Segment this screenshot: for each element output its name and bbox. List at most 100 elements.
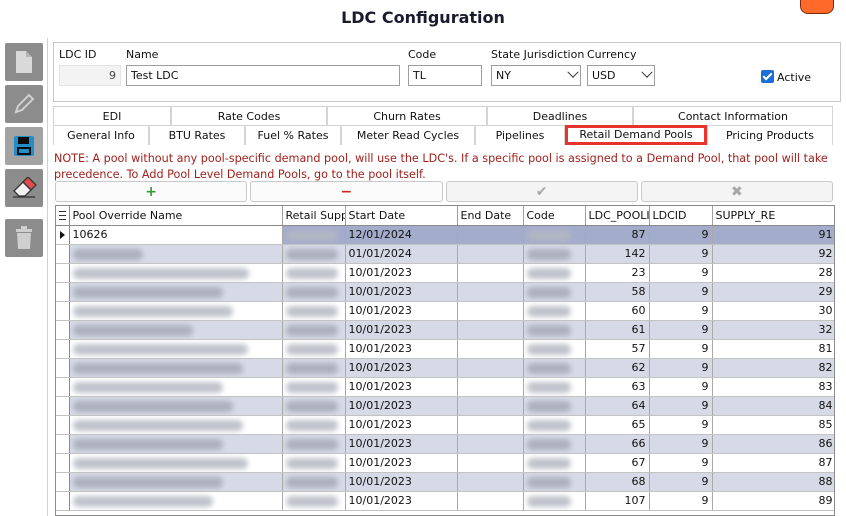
supply-retail-cell[interactable]: 29 — [712, 282, 834, 302]
supply-retail-cell[interactable]: 83 — [712, 377, 834, 397]
retail-supplier-cell[interactable] — [282, 396, 346, 416]
tab-general-info[interactable]: General Info — [53, 125, 149, 145]
column-header[interactable]: LDC_POOLII — [585, 206, 650, 226]
tab-retail-demand-pools[interactable]: Retail Demand Pools — [565, 125, 707, 145]
save-button[interactable] — [5, 127, 43, 165]
table-row[interactable]: 10/01/2023 62 9 82 — [56, 358, 834, 378]
ldcid-cell[interactable]: 9 — [649, 377, 713, 397]
start-date-cell[interactable]: 10/01/2023 — [345, 377, 458, 397]
column-header[interactable]: Retail Supp — [282, 206, 346, 226]
end-date-cell[interactable] — [457, 377, 524, 397]
retail-supplier-cell[interactable] — [282, 358, 346, 378]
supply-retail-cell[interactable]: 89 — [712, 491, 834, 511]
table-row[interactable]: 10/01/2023 66 9 86 — [56, 434, 834, 454]
column-header[interactable]: Pool Override Name — [69, 206, 283, 226]
retail-supplier-cell[interactable] — [282, 263, 346, 283]
supply-retail-cell[interactable]: 87 — [712, 453, 834, 473]
retail-supplier-cell[interactable] — [282, 377, 346, 397]
code-cell[interactable] — [523, 301, 586, 321]
start-date-cell[interactable]: 10/01/2023 — [345, 282, 458, 302]
end-date-cell[interactable] — [457, 282, 524, 302]
end-date-cell[interactable] — [457, 396, 524, 416]
supply-retail-cell[interactable]: 86 — [712, 434, 834, 454]
active-checkbox[interactable] — [761, 70, 774, 83]
tab-meter-read-cycles[interactable]: Meter Read Cycles — [341, 125, 475, 145]
cancel-button[interactable]: ✖ — [640, 181, 833, 202]
pool-override-name-cell[interactable] — [69, 282, 283, 302]
ldcid-cell[interactable]: 9 — [649, 225, 713, 245]
code-cell[interactable] — [523, 358, 586, 378]
table-row[interactable]: 10/01/2023 60 9 30 — [56, 301, 834, 321]
column-header[interactable]: SUPPLY_RE — [712, 206, 834, 226]
retail-supplier-cell[interactable] — [282, 339, 346, 359]
supply-retail-cell[interactable]: 88 — [712, 472, 834, 492]
ldc-pool-id-cell[interactable]: 63 — [585, 377, 650, 397]
ldcid-cell[interactable]: 9 — [649, 320, 713, 340]
tab-pricing-products[interactable]: Pricing Products — [707, 125, 833, 145]
start-date-cell[interactable]: 10/01/2023 — [345, 491, 458, 511]
code-cell[interactable] — [523, 377, 586, 397]
supply-retail-cell[interactable]: 30 — [712, 301, 834, 321]
code-cell[interactable] — [523, 339, 586, 359]
ldcid-cell[interactable]: 9 — [649, 472, 713, 492]
retail-supplier-cell[interactable] — [282, 415, 346, 435]
column-header[interactable]: Code — [523, 206, 586, 226]
table-row[interactable]: 10/01/2023 23 9 28 — [56, 263, 834, 283]
ldcid-cell[interactable]: 9 — [649, 415, 713, 435]
table-row[interactable]: 10/01/2023 68 9 88 — [56, 472, 834, 492]
ldc-pool-id-cell[interactable]: 57 — [585, 339, 650, 359]
ldcid-cell[interactable]: 9 — [649, 263, 713, 283]
ldc-pool-id-cell[interactable]: 60 — [585, 301, 650, 321]
retail-supplier-cell[interactable] — [282, 282, 346, 302]
pool-override-name-cell[interactable] — [69, 263, 283, 283]
end-date-cell[interactable] — [457, 339, 524, 359]
end-date-cell[interactable] — [457, 434, 524, 454]
retail-supplier-cell[interactable] — [282, 301, 346, 321]
start-date-cell[interactable]: 10/01/2023 — [345, 358, 458, 378]
table-row[interactable]: 10/01/2023 58 9 29 — [56, 282, 834, 302]
ldc-pool-id-cell[interactable]: 68 — [585, 472, 650, 492]
table-row[interactable]: 10/01/2023 61 9 32 — [56, 320, 834, 340]
pool-override-name-cell[interactable] — [69, 244, 283, 264]
pool-override-name-cell[interactable] — [69, 491, 283, 511]
pool-override-name-cell[interactable] — [69, 415, 283, 435]
supply-retail-cell[interactable]: 91 — [712, 225, 834, 245]
supply-retail-cell[interactable]: 81 — [712, 339, 834, 359]
code-cell[interactable] — [523, 244, 586, 264]
ldc-pool-id-cell[interactable]: 67 — [585, 453, 650, 473]
table-row[interactable]: 10/01/2023 67 9 87 — [56, 453, 834, 473]
tab-churn-rates[interactable]: Churn Rates — [327, 106, 487, 126]
pool-override-name-cell[interactable] — [69, 434, 283, 454]
start-date-cell[interactable]: 10/01/2023 — [345, 453, 458, 473]
start-date-cell[interactable]: 01/01/2024 — [345, 244, 458, 264]
ldc-pool-id-cell[interactable]: 66 — [585, 434, 650, 454]
end-date-cell[interactable] — [457, 263, 524, 283]
ldc-pool-id-cell[interactable]: 61 — [585, 320, 650, 340]
name-field[interactable]: Test LDC — [126, 65, 400, 86]
ldc-pool-id-cell[interactable]: 65 — [585, 415, 650, 435]
table-row[interactable]: 10/01/2023 63 9 83 — [56, 377, 834, 397]
code-cell[interactable] — [523, 263, 586, 283]
code-cell[interactable] — [523, 472, 586, 492]
confirm-button[interactable]: ✔ — [445, 181, 638, 202]
ldcid-cell[interactable]: 9 — [649, 282, 713, 302]
remove-row-button[interactable]: − — [250, 181, 443, 202]
ldc-pool-id-cell[interactable]: 87 — [585, 225, 650, 245]
clear-button[interactable] — [5, 169, 43, 207]
ldcid-cell[interactable]: 9 — [649, 358, 713, 378]
code-cell[interactable] — [523, 453, 586, 473]
start-date-cell[interactable]: 10/01/2023 — [345, 415, 458, 435]
retail-supplier-cell[interactable] — [282, 225, 346, 245]
retail-supplier-cell[interactable] — [282, 472, 346, 492]
tab-contact-information[interactable]: Contact Information — [633, 106, 833, 126]
column-header[interactable]: End Date — [457, 206, 524, 226]
start-date-cell[interactable]: 10/01/2023 — [345, 263, 458, 283]
end-date-cell[interactable] — [457, 320, 524, 340]
ldcid-cell[interactable]: 9 — [649, 491, 713, 511]
supply-retail-cell[interactable]: 85 — [712, 415, 834, 435]
end-date-cell[interactable] — [457, 491, 524, 511]
ldcid-cell[interactable]: 9 — [649, 434, 713, 454]
pool-override-name-cell[interactable] — [69, 396, 283, 416]
table-row[interactable]: 01/01/2024 142 9 92 — [56, 244, 834, 264]
ldc-pool-id-cell[interactable]: 64 — [585, 396, 650, 416]
